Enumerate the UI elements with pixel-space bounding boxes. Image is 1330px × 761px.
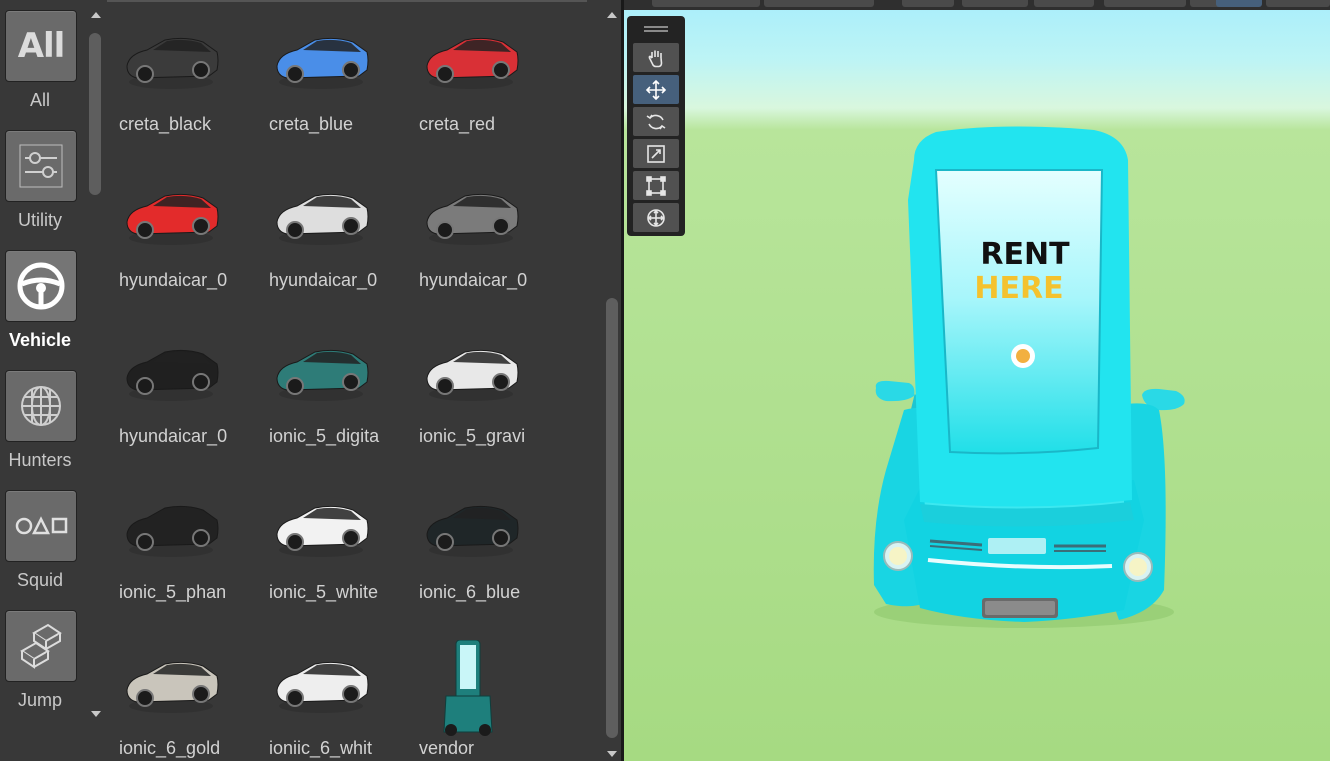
steering-wheel-icon: [16, 261, 66, 311]
car-thumbnail[interactable]: [263, 10, 403, 110]
transform-tool-button[interactable]: [633, 203, 679, 232]
category-utility[interactable]: Utility: [0, 130, 80, 248]
scroll-down-arrow-icon[interactable]: [607, 751, 617, 757]
category-label: Hunters: [8, 450, 72, 470]
car-thumbnail[interactable]: [263, 478, 403, 578]
category-tile[interactable]: [5, 490, 77, 562]
asset-item-creta-black[interactable]: creta_black: [113, 10, 253, 160]
scale-tool-icon: [645, 143, 667, 165]
category-squid[interactable]: Squid: [0, 490, 80, 608]
asset-item-hyundaicar-0[interactable]: hyundaicar_0: [113, 322, 253, 472]
asset-item-creta-red[interactable]: creta_red: [413, 10, 553, 160]
scroll-down-arrow-icon[interactable]: [91, 711, 101, 717]
all-text-icon: All: [17, 26, 66, 66]
asset-item-ionic-5-gravi[interactable]: ionic_5_gravi: [413, 322, 553, 472]
asset-item-ionic-5-phan[interactable]: ionic_5_phan: [113, 478, 253, 628]
asset-name: ionic_5_phan: [119, 582, 227, 602]
asset-name: ionic_6_gold: [119, 738, 221, 758]
sign-here-text: HERE: [974, 271, 1063, 306]
scrollbar-thumb[interactable]: [606, 298, 618, 738]
category-tile[interactable]: [5, 610, 77, 682]
car-thumbnail[interactable]: [263, 322, 403, 422]
car-thumbnail[interactable]: [263, 166, 403, 266]
asset-name: ioniic_6_whit: [269, 738, 373, 758]
asset-name: hyundaicar_0: [419, 270, 528, 290]
transform-tool-icon: [645, 207, 667, 229]
asset-item-ionic-5-white[interactable]: ionic_5_white: [263, 478, 403, 628]
car-thumbnail[interactable]: [113, 478, 253, 578]
circle-triangle-square-icon: [14, 511, 68, 541]
rotate-tool-icon: [645, 111, 667, 133]
category-scrollbar[interactable]: [85, 0, 107, 761]
scroll-up-arrow-icon[interactable]: [607, 12, 617, 18]
asset-name: creta_black: [119, 114, 212, 134]
asset-item-hyundaicar-0[interactable]: hyundaicar_0: [413, 166, 553, 316]
rect-tool-icon: [645, 175, 667, 197]
category-tile[interactable]: [5, 370, 77, 442]
car-thumbnail[interactable]: [113, 322, 253, 422]
asset-item-ionic-6-gold[interactable]: ionic_6_gold: [113, 634, 253, 761]
rotate-tool-button[interactable]: [633, 107, 679, 136]
overlay-grip-icon[interactable]: [644, 26, 668, 28]
asset-item-ionic-5-digita[interactable]: ionic_5_digita: [263, 322, 403, 472]
rect-tool-button[interactable]: [633, 171, 679, 200]
move-tool-button[interactable]: [633, 75, 679, 104]
asset-name: hyundaicar_0: [119, 270, 228, 290]
scene-view[interactable]: RENT HERE: [624, 0, 1330, 761]
asset-grid: creta_black creta_blue creta_red hyundai…: [107, 0, 600, 761]
scrollbar-thumb[interactable]: [89, 33, 101, 195]
sliders-icon: [16, 141, 66, 191]
category-label: Squid: [16, 570, 64, 590]
category-jump[interactable]: Jump: [0, 610, 80, 728]
category-label: Utility: [18, 210, 62, 230]
grid-top-divider: [107, 0, 587, 2]
asset-item-vendor[interactable]: vendor: [413, 634, 553, 761]
category-vehicle[interactable]: Vehicle: [0, 250, 80, 368]
asset-name: vendor: [419, 738, 475, 758]
car-thumbnail[interactable]: [413, 166, 553, 266]
hand-tool-button[interactable]: [633, 43, 679, 72]
car-thumbnail[interactable]: [113, 634, 253, 734]
category-tile[interactable]: All: [5, 10, 77, 82]
asset-name: ionic_5_white: [269, 582, 379, 602]
asset-name: ionic_6_blue: [419, 582, 521, 602]
category-sidebar: All All Utility Vehicle Hunters Squid Jump: [0, 0, 85, 761]
asset-item-ionic-6-blue[interactable]: ionic_6_blue: [413, 478, 553, 628]
category-all[interactable]: All All: [0, 10, 80, 128]
car-thumbnail[interactable]: [413, 10, 553, 110]
tools-overlay: [627, 16, 685, 236]
asset-name: hyundaicar_0: [119, 426, 228, 446]
category-label: Vehicle: [8, 330, 72, 350]
asset-grid-scrollbar[interactable]: [600, 0, 623, 761]
category-hunters[interactable]: Hunters: [0, 370, 80, 488]
asset-item-hyundaicar-0[interactable]: hyundaicar_0: [263, 166, 403, 316]
category-tile[interactable]: [5, 250, 77, 322]
asset-name: creta_red: [419, 114, 496, 134]
sign-rent-text: RENT: [980, 237, 1070, 272]
category-tile[interactable]: [5, 130, 77, 202]
category-label: Jump: [17, 690, 62, 710]
asset-name: creta_blue: [269, 114, 354, 134]
scroll-up-arrow-icon[interactable]: [91, 12, 101, 18]
category-label: All: [29, 90, 50, 110]
stacked-blocks-icon: [14, 619, 68, 673]
car-thumbnail[interactable]: [263, 634, 403, 734]
asset-name: ionic_5_digita: [269, 426, 380, 446]
car-thumbnail[interactable]: [413, 322, 553, 422]
asset-item-hyundaicar-0[interactable]: hyundaicar_0: [113, 166, 253, 316]
car-thumbnail[interactable]: [113, 10, 253, 110]
rent-kiosk-model[interactable]: RENT HERE: [624, 0, 1330, 761]
globe-grid-icon: [16, 381, 66, 431]
scale-tool-button[interactable]: [633, 139, 679, 168]
asset-item-ioniic-6-whit[interactable]: ioniic_6_whit: [263, 634, 403, 761]
car-thumbnail[interactable]: [413, 478, 553, 578]
vendor-kiosk-thumbnail[interactable]: [413, 639, 553, 740]
car-thumbnail[interactable]: [113, 166, 253, 266]
hand-tool-icon: [646, 48, 666, 68]
asset-item-creta-blue[interactable]: creta_blue: [263, 10, 403, 160]
asset-name: ionic_5_gravi: [419, 426, 526, 446]
move-tool-icon: [645, 79, 667, 101]
asset-name: hyundaicar_0: [269, 270, 378, 290]
